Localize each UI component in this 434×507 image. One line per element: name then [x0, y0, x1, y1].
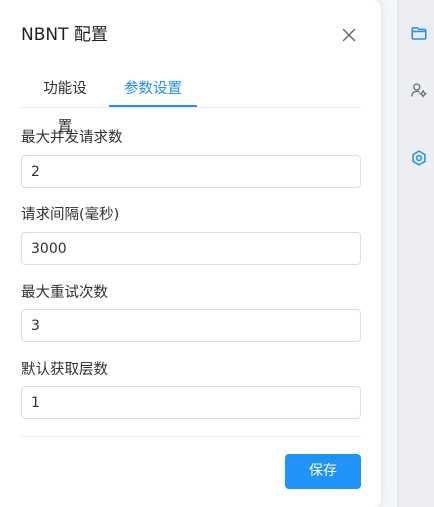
settings-tabs: 功能设置 参数设置 — [21, 70, 361, 135]
save-button[interactable]: 保存 — [285, 454, 361, 489]
tab-parameter-settings[interactable]: 参数设置 — [109, 70, 197, 108]
request-interval-input[interactable] — [21, 232, 361, 265]
user-settings-icon[interactable] — [409, 80, 429, 100]
side-rail — [397, 0, 434, 507]
max-concurrent-label: 最大并发请求数 — [21, 130, 123, 146]
close-icon[interactable] — [341, 27, 357, 43]
footer-divider — [21, 436, 361, 437]
max-retries-input[interactable] — [21, 309, 361, 342]
active-tab-indicator — [109, 105, 197, 107]
max-concurrent-input[interactable] — [21, 155, 361, 188]
dialog-title: NBNT 配置 — [21, 25, 108, 45]
folder-icon[interactable] — [409, 23, 429, 43]
default-depth-label: 默认获取层数 — [21, 362, 108, 378]
config-dialog: NBNT 配置 功能设置 参数设置 最大并发请求数 请求间隔(毫秒) 最大重试次… — [0, 0, 381, 507]
default-depth-input[interactable] — [21, 386, 361, 419]
tab-feature-settings[interactable]: 功能设置 — [37, 70, 93, 135]
gear-circle-icon[interactable] — [409, 148, 429, 168]
stage: NBNT 配置 功能设置 参数设置 最大并发请求数 请求间隔(毫秒) 最大重试次… — [0, 0, 434, 507]
max-retries-label: 最大重试次数 — [21, 285, 108, 301]
request-interval-label: 请求间隔(毫秒) — [21, 207, 120, 223]
side-rail-border — [397, 0, 399, 507]
